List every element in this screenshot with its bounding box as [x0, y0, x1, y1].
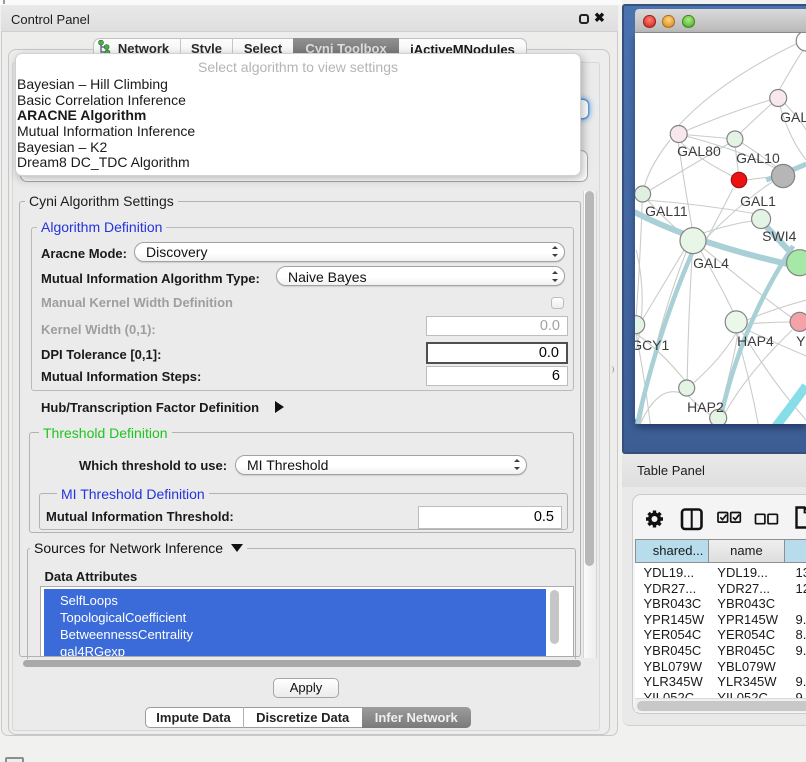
svg-text:GAL1: GAL1: [740, 193, 776, 209]
svg-text:SWI4: SWI4: [762, 228, 796, 244]
svg-text:GCY1: GCY1: [635, 337, 670, 353]
svg-text:GAL2: GAL2: [780, 109, 806, 125]
svg-text:HAP2: HAP2: [687, 399, 724, 415]
svg-text:YE: YE: [796, 333, 806, 349]
svg-text:GAL4: GAL4: [693, 255, 729, 271]
svg-text:GAL10: GAL10: [736, 150, 780, 166]
svg-text:GAL80: GAL80: [677, 143, 721, 159]
svg-text:HAP4: HAP4: [737, 333, 774, 349]
svg-text:GAL11: GAL11: [645, 203, 688, 219]
